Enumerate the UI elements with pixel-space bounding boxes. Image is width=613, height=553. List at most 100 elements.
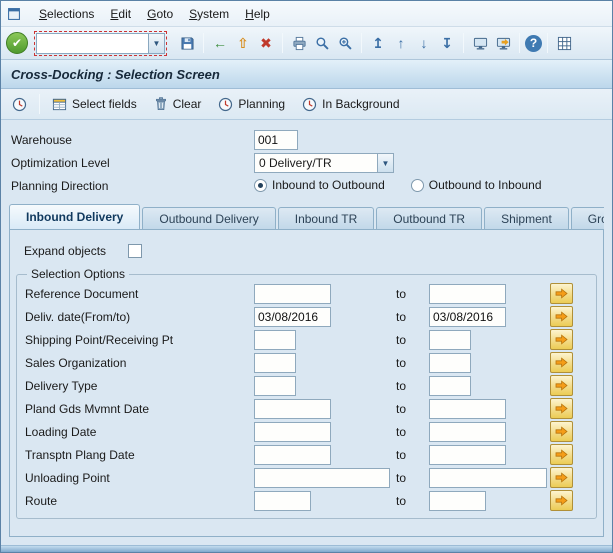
to-label: to (396, 402, 407, 416)
to-input-route[interactable] (429, 491, 486, 511)
enter-button[interactable]: ✔ (6, 32, 28, 54)
radio-option-outbound-to-inbound[interactable]: Outbound to Inbound (410, 178, 542, 192)
multiple-selection-button-reference-document[interactable] (550, 283, 573, 304)
from-input-unloading-point[interactable] (254, 468, 390, 488)
planning-button[interactable]: Planning (213, 94, 290, 115)
to-input-loading-date[interactable] (429, 422, 506, 442)
select-fields-button[interactable]: Select fields (47, 94, 142, 115)
right-arrow-icon (555, 495, 568, 506)
tab-outbound-tr[interactable]: Outbound TR (376, 207, 483, 229)
multiple-selection-button-transptn-plang-date[interactable] (550, 444, 573, 465)
toolbar-separator (203, 33, 204, 53)
menu-system[interactable]: System (181, 4, 237, 24)
customize-layout-icon[interactable] (553, 32, 575, 54)
planning-clock-icon (218, 97, 233, 112)
planning-button-label: Planning (238, 97, 286, 111)
selection-row-transptn-plang-date: Transptn Plang Date to (23, 444, 590, 467)
to-input-shipping-point-receiving-pt[interactable] (429, 330, 471, 350)
to-input-reference-document[interactable] (429, 284, 506, 304)
tab-inbound-tr[interactable]: Inbound TR (277, 207, 375, 229)
new-session-icon[interactable] (469, 32, 491, 54)
save-icon[interactable] (176, 32, 198, 54)
multiple-selection-button-deliv-date-from-to[interactable] (550, 306, 573, 327)
from-input-loading-date[interactable] (254, 422, 331, 442)
from-input-route[interactable] (254, 491, 311, 511)
from-input-transptn-plang-date[interactable] (254, 445, 331, 465)
menu-selections[interactable]: Selections (31, 4, 102, 24)
multiple-selection-button-route[interactable] (550, 490, 573, 511)
window-menu-icon[interactable] (7, 7, 21, 21)
multiple-selection-button-sales-organization[interactable] (550, 352, 573, 373)
field-label: Delivery Type (25, 379, 98, 393)
planning-direction-row: Planning Direction Inbound to Outbound Ou… (9, 175, 604, 198)
selection-row-pland-gds-mvmnt-date: Pland Gds Mvmnt Date to (23, 398, 590, 421)
menu-goto[interactable]: Goto (139, 4, 181, 24)
menu-help[interactable]: Help (237, 4, 278, 24)
print-icon[interactable] (288, 32, 310, 54)
field-label: Shipping Point/Receiving Pt (25, 333, 174, 347)
command-field-input[interactable] (36, 32, 148, 54)
last-page-icon[interactable]: ↧ (436, 32, 458, 54)
right-arrow-icon (555, 334, 568, 345)
multiple-selection-button-pland-gds-mvmnt-date[interactable] (550, 398, 573, 419)
from-input-pland-gds-mvmnt-date[interactable] (254, 399, 331, 419)
cancel-icon[interactable]: ✖ (255, 32, 277, 54)
selection-row-reference-document: Reference Document to (23, 283, 590, 306)
to-label: to (396, 448, 407, 462)
window-bottom-edge (1, 545, 612, 552)
tab-outbound-delivery[interactable]: Outbound Delivery (142, 207, 276, 229)
to-input-unloading-point[interactable] (429, 468, 547, 488)
menu-edit[interactable]: Edit (102, 4, 139, 24)
multiple-selection-button-shipping-point-receiving-pt[interactable] (550, 329, 573, 350)
command-history-dropdown[interactable]: ▼ (148, 32, 165, 54)
selection-options-title: Selection Options (31, 267, 126, 281)
expand-objects-checkbox[interactable] (128, 244, 143, 258)
find-icon[interactable] (311, 32, 333, 54)
first-page-icon[interactable]: ↥ (367, 32, 389, 54)
inbound-delivery-tab-panel: Expand objects Selection Options Referen… (9, 229, 604, 537)
to-input-sales-organization[interactable] (429, 353, 471, 373)
selection-row-shipping-point-receiving-pt: Shipping Point/Receiving Pt to (23, 329, 590, 352)
to-label: to (396, 425, 407, 439)
multiple-selection-button-unloading-point[interactable] (550, 467, 573, 488)
check-icon: ✔ (11, 36, 23, 50)
execute-button[interactable] (7, 94, 32, 115)
radio-option-inbound-to-outbound[interactable]: Inbound to Outbound (254, 178, 385, 192)
selection-row-sales-organization: Sales Organization to (23, 352, 590, 375)
tab-inbound-delivery[interactable]: Inbound Delivery (9, 204, 141, 229)
back-icon[interactable]: ← (209, 32, 231, 54)
to-input-delivery-type[interactable] (429, 376, 471, 396)
to-input-transptn-plang-date[interactable] (429, 445, 506, 465)
exit-icon[interactable]: ⇧ (232, 32, 254, 54)
expand-objects-label: Expand objects (24, 244, 107, 258)
right-arrow-icon (555, 449, 568, 460)
from-input-deliv-date-from-to[interactable] (254, 307, 331, 327)
to-input-pland-gds-mvmnt-date[interactable] (429, 399, 506, 419)
menu-items: Selections Edit Goto System Help (31, 4, 278, 24)
find-next-icon[interactable] (334, 32, 356, 54)
screen-title: Cross-Docking : Selection Screen (11, 66, 220, 82)
multiple-selection-button-delivery-type[interactable] (550, 375, 573, 396)
field-label: Loading Date (25, 425, 97, 439)
create-shortcut-icon[interactable] (492, 32, 514, 54)
next-page-icon[interactable]: ↓ (413, 32, 435, 54)
multiple-selection-button-loading-date[interactable] (550, 421, 573, 442)
previous-page-icon[interactable]: ↑ (390, 32, 412, 54)
from-input-delivery-type[interactable] (254, 376, 296, 396)
tab-shipment[interactable]: Shipment (484, 207, 569, 229)
in-background-button[interactable]: In Background (297, 94, 404, 115)
warehouse-label: Warehouse (11, 133, 72, 147)
to-label: to (396, 287, 407, 301)
optimization-level-select[interactable]: 0 Delivery/TR ▼ (254, 153, 394, 173)
from-input-reference-document[interactable] (254, 284, 331, 304)
to-input-deliv-date-from-to[interactable] (429, 307, 506, 327)
help-icon[interactable]: ? (525, 34, 542, 52)
clear-button[interactable]: Clear (149, 94, 207, 114)
from-input-sales-organization[interactable] (254, 353, 296, 373)
from-input-shipping-point-receiving-pt[interactable] (254, 330, 296, 350)
field-label: Reference Document (25, 287, 139, 301)
warehouse-input[interactable] (254, 130, 298, 150)
chevron-down-icon[interactable]: ▼ (377, 154, 393, 172)
tab-group[interactable]: Group (570, 207, 604, 229)
toolbar-separator (519, 33, 520, 53)
